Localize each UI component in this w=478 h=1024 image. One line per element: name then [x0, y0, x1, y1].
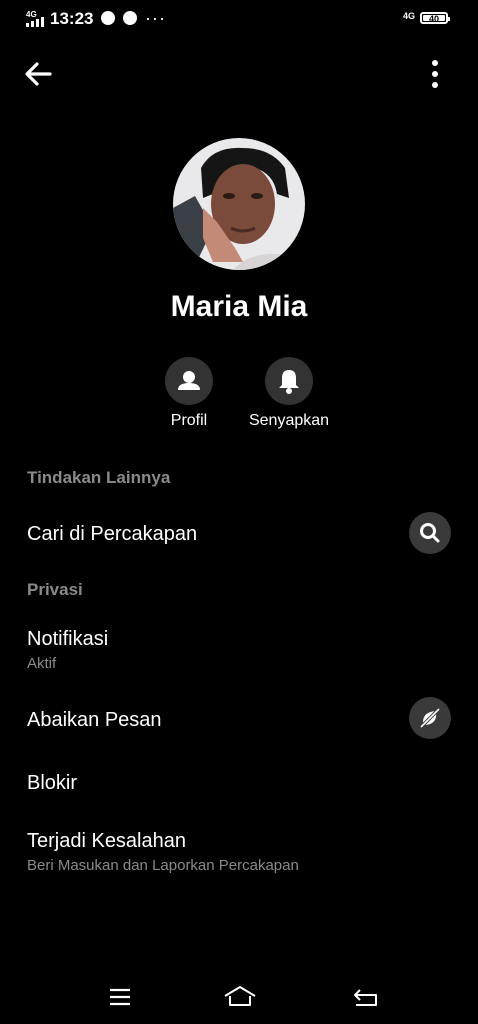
mute-label: Senyapkan — [248, 412, 330, 429]
profile-photo — [173, 138, 305, 270]
section-more-actions: Tindakan Lainnya — [27, 468, 171, 487]
signal-icon — [26, 17, 46, 27]
block-row[interactable]: Blokir — [0, 760, 478, 808]
search-icon — [420, 523, 440, 543]
ignore-button[interactable] — [409, 697, 451, 739]
person-icon — [178, 371, 200, 390]
home-nav-button[interactable] — [222, 984, 258, 1010]
battery-level: 40 — [423, 15, 445, 24]
bell-icon — [279, 370, 299, 394]
app-notification-icon-2 — [123, 11, 137, 25]
menu-nav-button[interactable] — [104, 984, 136, 1010]
report-problem-subtitle: Beri Masukan dan Laporkan Percakapan — [27, 857, 299, 874]
battery-icon: 40 — [420, 12, 450, 24]
network-type-right: 4G — [403, 11, 416, 21]
status-time: 13:23 — [50, 9, 94, 28]
app-notification-icon — [101, 11, 115, 25]
profile-button[interactable] — [165, 357, 213, 405]
ignore-messages-row[interactable]: Abaikan Pesan — [0, 692, 478, 748]
back-nav-button[interactable] — [350, 984, 382, 1010]
more-vertical-icon — [432, 60, 438, 88]
back-arrow-icon — [25, 62, 52, 86]
block-title: Blokir — [27, 772, 78, 794]
search-button[interactable] — [409, 512, 451, 554]
mute-button[interactable] — [265, 357, 313, 405]
return-icon — [354, 989, 377, 1006]
status-bar: 4G 13:23 ··· 4G 40 — [0, 0, 478, 36]
menu-icon — [110, 988, 130, 1006]
more-notifications-icon: ··· — [145, 8, 166, 28]
back-button[interactable] — [20, 56, 56, 92]
ignore-messages-title: Abaikan Pesan — [27, 709, 162, 731]
report-problem-row[interactable]: Terjadi Kesalahan Beri Masukan dan Lapor… — [0, 820, 478, 880]
section-privacy: Privasi — [27, 580, 83, 599]
ignore-icon — [419, 707, 441, 729]
report-problem-title: Terjadi Kesalahan — [27, 830, 186, 852]
notifications-title: Notifikasi — [27, 628, 109, 650]
home-icon — [224, 986, 256, 1006]
notifications-row[interactable]: Notifikasi Aktif — [0, 620, 478, 676]
avatar[interactable] — [173, 138, 305, 270]
more-options-button[interactable] — [420, 56, 450, 92]
search-in-conversation-title: Cari di Percakapan — [27, 523, 198, 545]
contact-name: Maria Mia — [170, 290, 308, 323]
notifications-status: Aktif — [27, 655, 57, 672]
search-in-conversation-row[interactable]: Cari di Percakapan — [0, 506, 478, 562]
